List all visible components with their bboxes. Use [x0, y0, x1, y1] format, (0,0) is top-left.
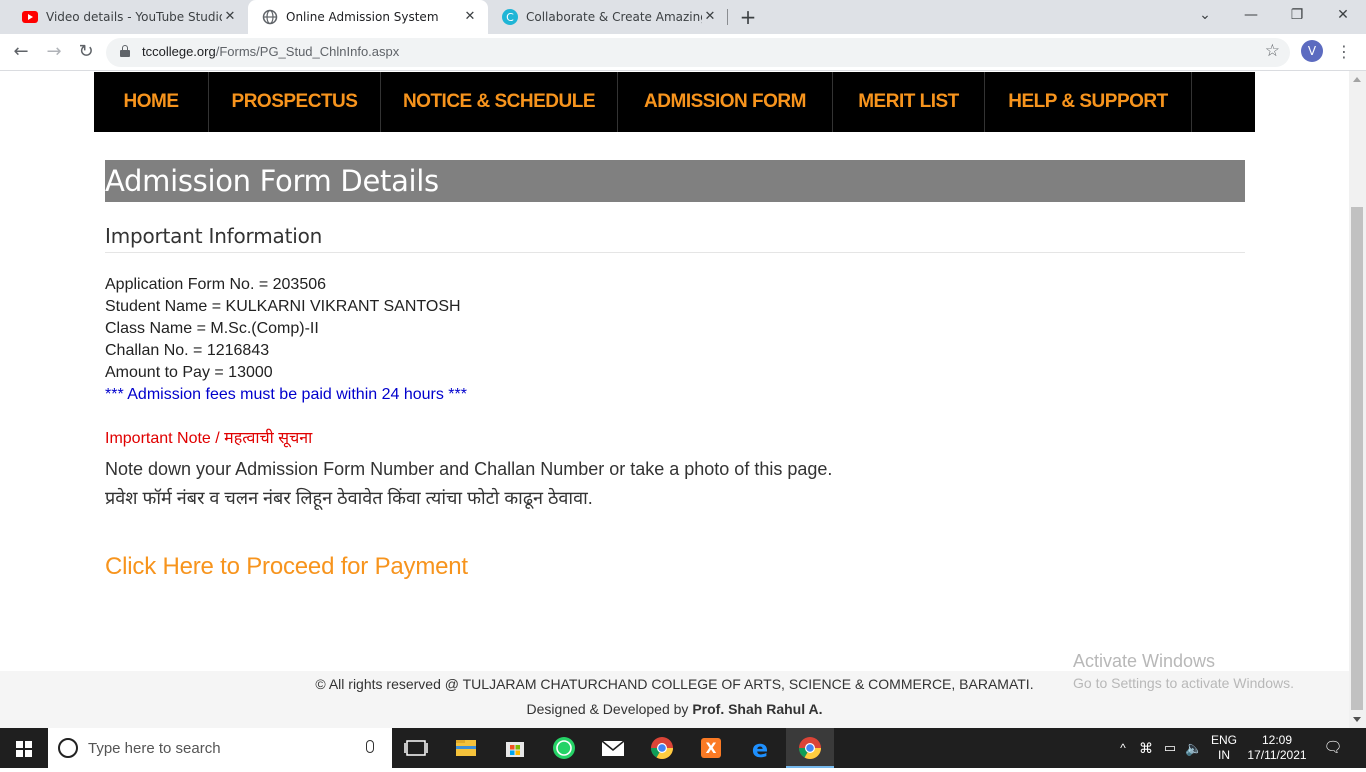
- fee-deadline-warning: *** Admission fees must be paid within 2…: [105, 386, 467, 403]
- url-text: tccollege.org/Forms/PG_Stud_ChlnInfo.asp…: [142, 44, 400, 59]
- minimize-button[interactable]: —: [1228, 0, 1274, 34]
- close-icon[interactable]: ✕: [462, 9, 478, 25]
- tab-youtube-studio[interactable]: Video details - YouTube Studio ✕: [8, 0, 248, 34]
- nav-home[interactable]: HOME: [94, 72, 209, 132]
- svg-text:e: e: [752, 735, 768, 763]
- nav-prospectus[interactable]: PROSPECTUS: [209, 72, 381, 132]
- bookmark-star-icon[interactable]: ☆: [1265, 41, 1280, 61]
- challan-number: Challan No. = 1216843: [105, 342, 270, 359]
- close-icon[interactable]: ✕: [702, 9, 718, 25]
- scroll-down-arrow-icon[interactable]: [1353, 717, 1361, 722]
- watermark-subtitle: Go to Settings to activate Windows.: [1073, 675, 1294, 691]
- nav-merit-list[interactable]: MERIT LIST: [833, 72, 985, 132]
- page-scrollbar[interactable]: [1349, 71, 1366, 728]
- section-title: Important Information: [105, 224, 323, 248]
- clock[interactable]: 12:09 17/11/2021: [1244, 728, 1310, 768]
- browser-tab-strip: Video details - YouTube Studio ✕ Online …: [0, 0, 1366, 34]
- notifications-icon[interactable]: 🗨: [1320, 728, 1346, 768]
- language-code: ENG: [1210, 733, 1237, 747]
- battery-icon[interactable]: ▭: [1160, 728, 1180, 768]
- svg-text:X: X: [706, 741, 717, 757]
- note-text: Note down your Admission Form Number and…: [105, 455, 832, 513]
- section-heading: Important Information: [105, 224, 1245, 253]
- chrome-icon[interactable]: [638, 728, 686, 768]
- cortana-icon: [58, 738, 78, 758]
- important-note-label: Important Note / महत्वाची सूचना: [105, 430, 313, 447]
- microsoft-store-icon[interactable]: [491, 728, 539, 768]
- tab-title: Collaborate & Create Amazing G: [526, 10, 702, 24]
- close-window-button[interactable]: ✕: [1320, 0, 1366, 34]
- chevron-up-icon[interactable]: ^: [1114, 728, 1132, 768]
- file-explorer-icon[interactable]: [442, 728, 490, 768]
- scroll-up-arrow-icon[interactable]: [1353, 77, 1361, 82]
- note-marathi: प्रवेश फॉर्म नंबर व चलन नंबर लिहून ठेवाव…: [105, 488, 593, 508]
- address-bar[interactable]: tccollege.org/Forms/PG_Stud_ChlnInfo.asp…: [106, 38, 1290, 67]
- xampp-icon[interactable]: X: [687, 728, 735, 768]
- language-indicator[interactable]: ENG IN: [1208, 728, 1240, 768]
- forward-arrow-icon[interactable]: →: [42, 40, 66, 64]
- proceed-payment-link[interactable]: Click Here to Proceed for Payment: [105, 553, 468, 581]
- volume-icon[interactable]: 🔈: [1184, 728, 1204, 768]
- new-tab-button[interactable]: +: [737, 6, 759, 28]
- search-placeholder: Type here to search: [88, 740, 221, 757]
- page-title: Admission Form Details: [105, 164, 439, 198]
- scroll-thumb[interactable]: [1351, 207, 1363, 710]
- youtube-icon: [22, 9, 38, 25]
- svg-text:C: C: [506, 11, 514, 24]
- chrome-active-icon[interactable]: [786, 728, 834, 768]
- tab-online-admission[interactable]: Online Admission System ✕: [248, 0, 488, 34]
- back-arrow-icon[interactable]: ←: [9, 40, 33, 64]
- application-info: Application Form No. = 203506 Student Na…: [105, 274, 467, 406]
- task-view-icon[interactable]: [392, 728, 440, 768]
- taskbar-search-box[interactable]: Type here to search: [48, 728, 392, 768]
- microphone-icon[interactable]: [366, 740, 374, 753]
- region-code: IN: [1218, 748, 1230, 762]
- application-form-number: Application Form No. = 203506: [105, 276, 327, 293]
- class-name: Class Name = M.Sc.(Comp)-II: [105, 320, 319, 337]
- activate-windows-watermark: Activate Windows Go to Settings to activ…: [1073, 651, 1294, 691]
- page-title-bar: Admission Form Details: [105, 160, 1245, 202]
- browser-toolbar: ← → ↻ tccollege.org/Forms/PG_Stud_ChlnIn…: [0, 34, 1366, 71]
- tab-title: Video details - YouTube Studio: [46, 10, 222, 24]
- network-icon[interactable]: ⌘: [1136, 728, 1156, 768]
- clock-date: 17/11/2021: [1247, 748, 1307, 762]
- close-icon[interactable]: ✕: [222, 9, 238, 25]
- reload-icon[interactable]: ↻: [74, 40, 98, 64]
- amount-to-pay: Amount to Pay = 13000: [105, 364, 273, 381]
- designer-name: Prof. Shah Rahul A.: [692, 701, 823, 717]
- nav-admission-form[interactable]: ADMISSION FORM: [618, 72, 833, 132]
- nav-notice-schedule[interactable]: NOTICE & SCHEDULE: [381, 72, 618, 132]
- edge-icon[interactable]: e: [736, 728, 784, 768]
- more-menu-icon[interactable]: ⋮: [1336, 40, 1352, 64]
- student-name: Student Name = KULKARNI VIKRANT SANTOSH: [105, 298, 461, 315]
- tab-search-chevron-icon[interactable]: ⌄: [1182, 0, 1228, 34]
- tab-title: Online Admission System: [286, 10, 439, 24]
- profile-avatar[interactable]: V: [1301, 40, 1323, 62]
- canva-icon: C: [502, 9, 518, 25]
- globe-icon: [262, 9, 278, 25]
- clock-time: 12:09: [1261, 733, 1293, 747]
- tab-separator: [727, 9, 728, 25]
- credits-text: Designed & Developed by Prof. Shah Rahul…: [0, 701, 1349, 717]
- page-viewport: HOME PROSPECTUS NOTICE & SCHEDULE ADMISS…: [0, 71, 1349, 728]
- credits-prefix: Designed & Developed by: [526, 701, 689, 717]
- note-english: Note down your Admission Form Number and…: [105, 459, 833, 479]
- mail-icon[interactable]: [589, 728, 637, 768]
- start-button[interactable]: [0, 728, 48, 768]
- tab-canva[interactable]: C Collaborate & Create Amazing G ✕: [488, 0, 728, 34]
- nav-help-support[interactable]: HELP & SUPPORT: [985, 72, 1192, 132]
- watermark-title: Activate Windows: [1073, 651, 1216, 671]
- lock-icon: [120, 45, 130, 57]
- restore-button[interactable]: ❐: [1274, 0, 1320, 34]
- windows-logo-icon: [16, 741, 32, 757]
- main-nav: HOME PROSPECTUS NOTICE & SCHEDULE ADMISS…: [94, 72, 1255, 132]
- windows-taskbar: Type here to search X e ^ ⌘ ▭ 🔈 ENG IN 1…: [0, 728, 1366, 768]
- whatsapp-icon[interactable]: [540, 728, 588, 768]
